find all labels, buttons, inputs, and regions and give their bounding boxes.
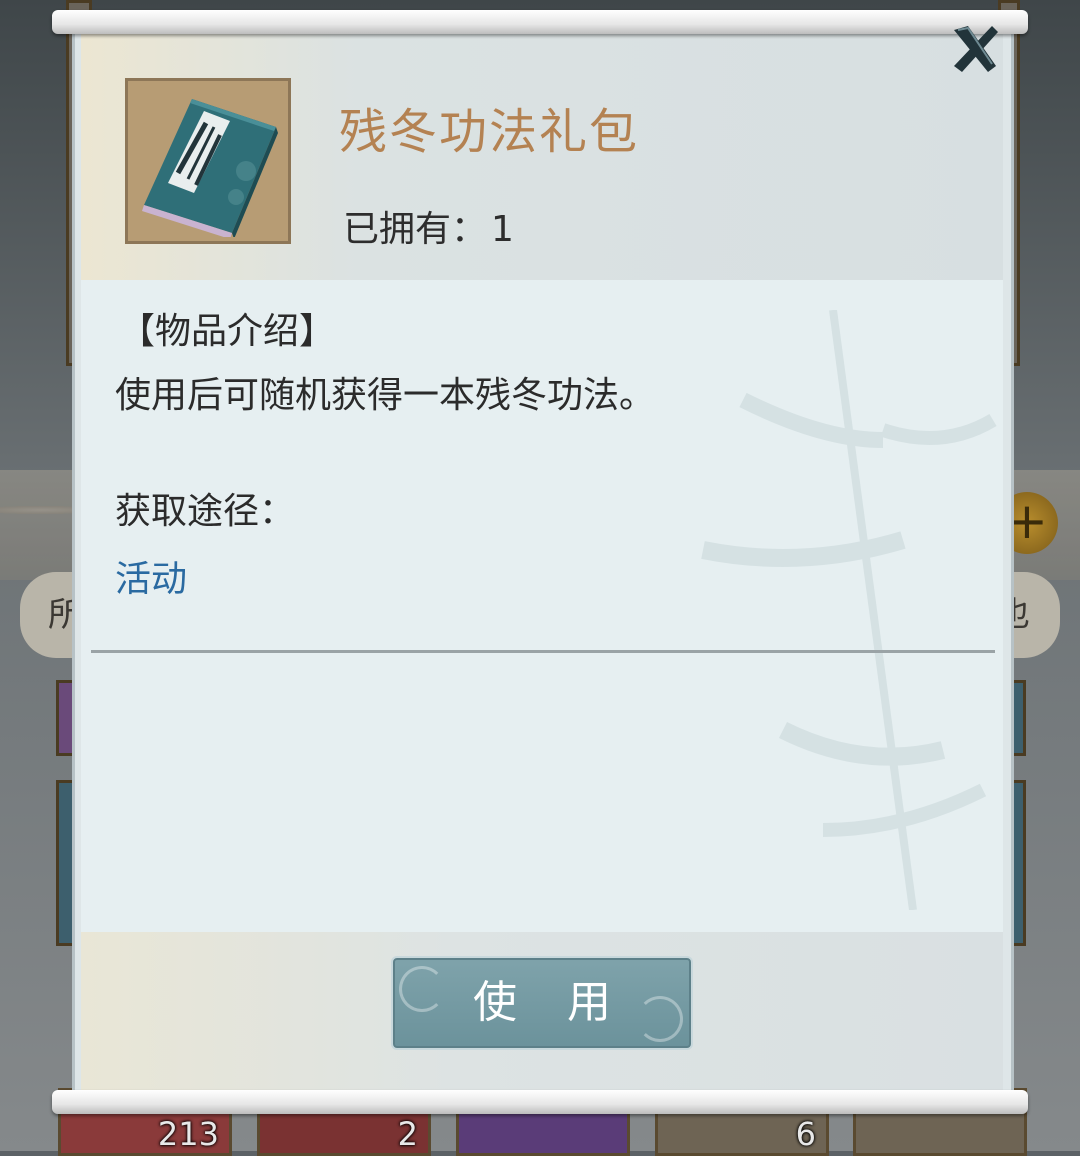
use-button[interactable]: 使 用 xyxy=(391,956,693,1050)
divider xyxy=(91,650,995,653)
source-link-activity[interactable]: 活动 xyxy=(115,550,187,602)
item-icon-frame xyxy=(125,78,291,244)
owned-count-row: 已拥有： 1 xyxy=(343,200,514,252)
bg-slot-count: 6 xyxy=(795,1115,816,1153)
cloud-swirl-icon xyxy=(399,966,445,1012)
item-header: 残冬功法礼包 已拥有： 1 xyxy=(81,30,1003,280)
book-icon xyxy=(142,99,278,237)
item-detail-panel: 残冬功法礼包 已拥有： 1 【物品介绍】 使用后可随机获得一本残冬功法。 获取途径… xyxy=(72,30,1014,1092)
close-button[interactable] xyxy=(948,22,1002,76)
item-name: 残冬功法礼包 xyxy=(339,104,640,160)
source-heading: 获取途径： xyxy=(115,491,296,532)
scroll-rod-top xyxy=(52,10,1028,34)
owned-count: 1 xyxy=(491,209,514,250)
close-icon xyxy=(954,26,998,72)
bg-slot-count: 213 xyxy=(157,1115,219,1153)
description-text: 使用后可随机获得一本残冬功法。 xyxy=(115,375,656,416)
cloud-swirl-icon xyxy=(637,996,683,1042)
bg-slot-count: 2 xyxy=(397,1115,418,1153)
description-heading: 【物品介绍】 xyxy=(119,311,336,352)
scroll-rod-bottom xyxy=(52,1090,1028,1114)
owned-label: 已拥有： xyxy=(343,209,488,250)
use-button-label: 使 用 xyxy=(473,977,629,1028)
